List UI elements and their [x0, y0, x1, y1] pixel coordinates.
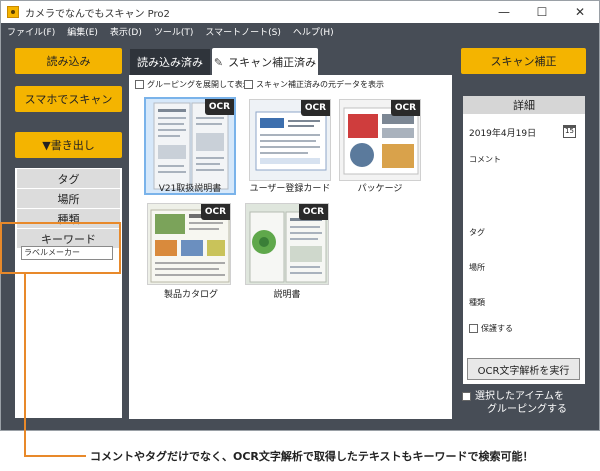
scan-fix-button[interactable]: スキャン補正 [461, 48, 586, 74]
place-label: 場所 [469, 263, 485, 272]
protect-label: 保護する [481, 324, 513, 333]
details-date: 2019年4月19日 [469, 129, 537, 139]
menu-file[interactable]: ファイル(F) [7, 25, 55, 38]
export-button[interactable]: ▼書き出し [15, 132, 122, 158]
load-button[interactable]: 読み込み [15, 48, 122, 74]
ocr-badge: OCR [390, 100, 420, 116]
group-items-label: 選択したアイテムを グルーピングする [475, 390, 567, 416]
thumbnail-catalog[interactable]: OCR [147, 203, 231, 285]
filter-place[interactable]: 場所 [17, 189, 120, 208]
window-title: カメラでなんでもスキャン Pro2 [25, 8, 170, 20]
callout-line [24, 274, 26, 456]
camera-app-icon [7, 6, 19, 18]
menu-view[interactable]: 表示(D) [110, 25, 142, 38]
show-grouping-checkbox[interactable]: グルーピングを展開して表示 [135, 79, 251, 90]
maximize-button[interactable]: ☐ [523, 1, 561, 23]
ocr-badge: OCR [204, 99, 234, 115]
tab-loaded[interactable]: 読み込み済み [130, 49, 210, 75]
phone-scan-button[interactable]: スマホでスキャン [15, 86, 122, 112]
thumbnail-caption: 製品カタログ [163, 290, 218, 300]
menu-tools[interactable]: ツール(T) [154, 25, 194, 38]
app-root: カメラでなんでもスキャン Pro2 — ☐ ✕ ファイル(F) 編集(E) 表示… [0, 0, 600, 471]
menu-bar: ファイル(F) 編集(E) 表示(D) ツール(T) スマートノート(S) ヘル… [1, 23, 599, 39]
tag-label: タグ [469, 228, 485, 237]
thumbnail-caption: ユーザー登録カード [249, 184, 331, 194]
menu-help[interactable]: ヘルプ(H) [293, 25, 334, 38]
checkbox-box [469, 324, 478, 333]
details-panel: 2019年4月19日 15 コメント タグ 場所 種類 保護する OCR文字解析… [463, 114, 585, 384]
checkbox-box [244, 80, 253, 89]
menu-edit[interactable]: 編集(E) [67, 25, 98, 38]
calendar-icon[interactable]: 15 [563, 125, 576, 138]
type-label: 種類 [469, 298, 485, 307]
group-items-checkbox[interactable]: 選択したアイテムを グルーピングする [462, 390, 567, 416]
menu-smartnote[interactable]: スマートノート(S) [205, 25, 280, 38]
thumbnail-package[interactable]: OCR [339, 99, 421, 181]
close-button[interactable]: ✕ [561, 1, 599, 23]
filter-tag[interactable]: タグ [17, 169, 120, 188]
protect-checkbox[interactable]: 保護する [469, 323, 513, 334]
show-grouping-label: グルーピングを展開して表示 [147, 80, 251, 89]
thumbnail-caption: 説明書 [273, 290, 301, 300]
feature-caption: コメントやタグだけでなく、OCR文字解析で取得したテキストもキーワードで検索可能… [90, 450, 534, 463]
details-title: 詳細 [463, 96, 585, 114]
tab-scan-fixed-label: スキャン補正済み [228, 56, 317, 69]
ocr-badge: OCR [200, 204, 230, 220]
thumbnail-registration-card[interactable]: OCR [249, 99, 331, 181]
group-items-label-line2: グルーピングする [487, 404, 567, 415]
group-items-label-line1: 選択したアイテムを [475, 391, 564, 402]
app-window: カメラでなんでもスキャン Pro2 — ☐ ✕ ファイル(F) 編集(E) 表示… [0, 0, 600, 431]
pen-icon: ✎ [213, 55, 224, 69]
keyword-highlight-frame [0, 222, 121, 274]
checkbox-box [462, 392, 471, 401]
ocr-badge: OCR [300, 100, 330, 116]
callout-line [24, 455, 86, 457]
ocr-badge: OCR [298, 204, 328, 220]
thumbnail-caption: パッケージ [357, 184, 403, 194]
checkbox-box [135, 80, 144, 89]
run-ocr-button[interactable]: OCR文字解析を実行 [467, 358, 580, 380]
thumbnail-area: グルーピングを展開して表示 スキャン補正済みの元データを表示 OCR V21取扱… [129, 75, 452, 419]
minimize-button[interactable]: — [485, 1, 523, 23]
show-original-checkbox[interactable]: スキャン補正済みの元データを表示 [244, 79, 384, 90]
show-original-label: スキャン補正済みの元データを表示 [256, 80, 384, 89]
thumbnail-caption: V21取扱説明書 [158, 184, 222, 194]
window-controls: — ☐ ✕ [485, 1, 599, 23]
comment-label: コメント [469, 155, 501, 164]
thumbnail-instructions[interactable]: OCR [245, 203, 329, 285]
title-bar: カメラでなんでもスキャン Pro2 — ☐ ✕ [1, 1, 599, 23]
tab-scan-fixed[interactable]: ✎ スキャン補正済み [212, 48, 318, 76]
